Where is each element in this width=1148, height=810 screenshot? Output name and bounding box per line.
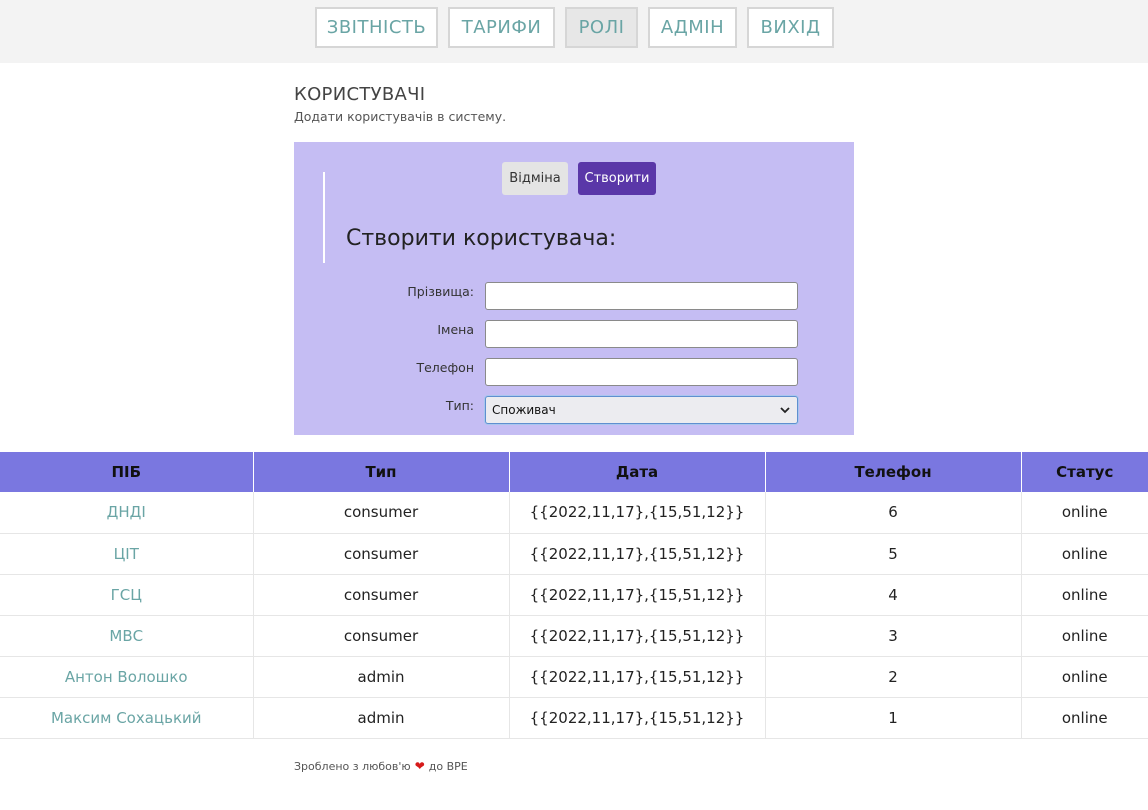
- user-type-cell: consumer: [253, 615, 510, 657]
- main-nav: ЗВІТНІСТЬ ТАРИФИ РОЛІ АДМІН ВИХІД: [315, 7, 834, 48]
- chevron-down-icon: [780, 407, 790, 414]
- user-name-link[interactable]: Антон Волошко: [0, 656, 254, 698]
- table-row: ДНДІ consumer {{2022,11,17},{15,51,12}} …: [0, 492, 1148, 534]
- user-name-link[interactable]: МВС: [0, 615, 254, 657]
- user-date-cell: {{2022,11,17},{15,51,12}}: [509, 615, 766, 657]
- nav-admin-button[interactable]: АДМІН: [648, 7, 737, 48]
- table-header-row: ПІБ Тип Дата Телефон Статус: [0, 452, 1148, 492]
- phone-label: Телефон: [416, 360, 474, 375]
- user-date-cell: {{2022,11,17},{15,51,12}}: [509, 492, 766, 534]
- table-row: ГСЦ consumer {{2022,11,17},{15,51,12}} 4…: [0, 574, 1148, 616]
- form-divider: [323, 172, 325, 263]
- column-header-name: ПІБ: [0, 452, 254, 492]
- type-select-value: Споживач: [492, 403, 556, 417]
- table-row: МВС consumer {{2022,11,17},{15,51,12}} 3…: [0, 615, 1148, 657]
- table-row: Антон Волошко admin {{2022,11,17},{15,51…: [0, 656, 1148, 698]
- user-date-cell: {{2022,11,17},{15,51,12}}: [509, 574, 766, 616]
- user-status-cell: online: [1021, 697, 1148, 739]
- surname-label: Прізвища:: [407, 284, 474, 299]
- nav-logout-button[interactable]: ВИХІД: [747, 7, 834, 48]
- user-phone-cell: 6: [765, 492, 1022, 534]
- user-phone-cell: 4: [765, 574, 1022, 616]
- user-type-cell: consumer: [253, 574, 510, 616]
- users-table: ПІБ Тип Дата Телефон Статус ДНДІ consume…: [0, 452, 1148, 739]
- names-input[interactable]: [485, 320, 798, 348]
- heart-icon: ❤: [414, 759, 425, 773]
- table-row: Максим Сохацький admin {{2022,11,17},{15…: [0, 697, 1148, 739]
- user-name-link[interactable]: ЦІТ: [0, 533, 254, 575]
- user-type-cell: admin: [253, 656, 510, 698]
- user-date-cell: {{2022,11,17},{15,51,12}}: [509, 533, 766, 575]
- user-name-link[interactable]: Максим Сохацький: [0, 697, 254, 739]
- nav-tariffs-button[interactable]: ТАРИФИ: [448, 7, 555, 48]
- column-header-date: Дата: [509, 452, 766, 492]
- user-phone-cell: 5: [765, 533, 1022, 575]
- table-row: ЦІТ consumer {{2022,11,17},{15,51,12}} 5…: [0, 533, 1148, 575]
- user-status-cell: online: [1021, 574, 1148, 616]
- surname-input[interactable]: [485, 282, 798, 310]
- user-date-cell: {{2022,11,17},{15,51,12}}: [509, 697, 766, 739]
- nav-reporting-button[interactable]: ЗВІТНІСТЬ: [315, 7, 438, 48]
- footer: Зроблено з любов'ю ❤ до ВРЕ: [294, 759, 468, 773]
- user-status-cell: online: [1021, 615, 1148, 657]
- top-navigation-bar: ЗВІТНІСТЬ ТАРИФИ РОЛІ АДМІН ВИХІД: [0, 0, 1148, 63]
- user-status-cell: online: [1021, 533, 1148, 575]
- create-button[interactable]: Створити: [578, 162, 656, 195]
- user-phone-cell: 3: [765, 615, 1022, 657]
- column-header-status: Статус: [1021, 452, 1148, 492]
- user-name-link[interactable]: ДНДІ: [0, 492, 254, 534]
- footer-prefix: Зроблено з любов'ю: [294, 759, 411, 773]
- cancel-button[interactable]: Відміна: [502, 162, 568, 195]
- nav-roles-button[interactable]: РОЛІ: [565, 7, 638, 48]
- form-heading: Створити користувача:: [346, 226, 617, 251]
- user-phone-cell: 1: [765, 697, 1022, 739]
- user-status-cell: online: [1021, 492, 1148, 534]
- user-type-cell: consumer: [253, 492, 510, 534]
- user-type-cell: consumer: [253, 533, 510, 575]
- user-phone-cell: 2: [765, 656, 1022, 698]
- create-user-form: Відміна Створити Створити користувача: П…: [294, 142, 854, 435]
- column-header-type: Тип: [253, 452, 510, 492]
- user-type-cell: admin: [253, 697, 510, 739]
- page-title: КОРИСТУВАЧІ: [294, 84, 426, 105]
- footer-suffix: до ВРЕ: [428, 759, 468, 773]
- type-select[interactable]: Споживач: [485, 396, 798, 424]
- user-status-cell: online: [1021, 656, 1148, 698]
- user-name-link[interactable]: ГСЦ: [0, 574, 254, 616]
- type-label: Тип:: [445, 398, 474, 413]
- names-label: Імена: [437, 322, 474, 337]
- page-subtitle: Додати користувачів в систему.: [294, 109, 507, 124]
- phone-input[interactable]: [485, 358, 798, 386]
- column-header-phone: Телефон: [765, 452, 1022, 492]
- user-date-cell: {{2022,11,17},{15,51,12}}: [509, 656, 766, 698]
